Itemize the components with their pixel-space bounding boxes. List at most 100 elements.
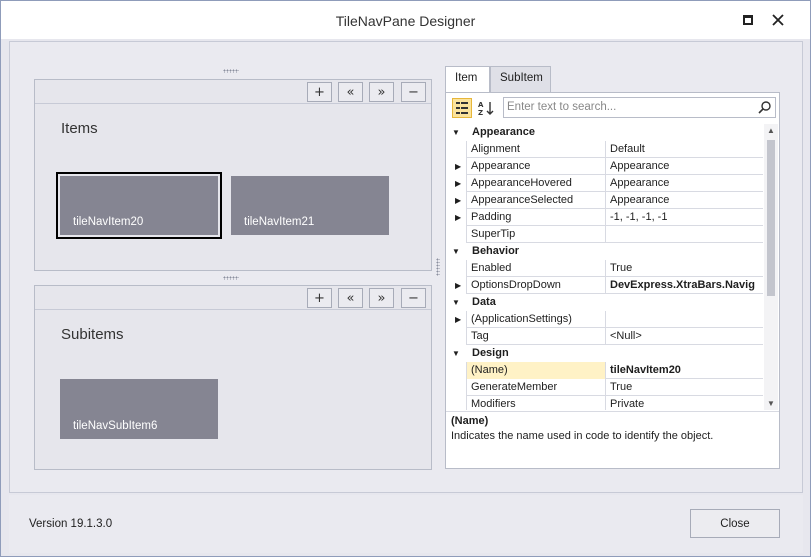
property-toolbar: A Z Enter text to search...	[446, 93, 779, 123]
close-button[interactable]: Close	[690, 509, 780, 538]
search-icon	[758, 101, 771, 114]
items-remove-button[interactable]: −	[401, 82, 426, 102]
property-name: Padding	[466, 209, 606, 226]
scroll-up-icon[interactable]: ▲	[767, 126, 775, 135]
property-value[interactable]: Appearance	[606, 175, 763, 192]
property-row[interactable]: Modifiers Private	[447, 396, 763, 410]
property-search-input[interactable]: Enter text to search...	[503, 97, 776, 118]
property-value[interactable]	[606, 226, 763, 243]
property-value[interactable]: -1, -1, -1, -1	[606, 209, 763, 226]
category-label: Data	[472, 296, 496, 308]
collapse-icon[interactable]: ▼	[452, 298, 460, 307]
collapse-icon[interactable]: ▼	[452, 247, 460, 256]
tile-label: tileNavSubItem6	[73, 420, 158, 432]
property-value[interactable]: Appearance	[606, 192, 763, 209]
items-move-left-button[interactable]: «	[338, 82, 363, 102]
expand-icon[interactable]: ▶	[455, 281, 461, 290]
subitems-move-left-button[interactable]: «	[338, 288, 363, 308]
splitter-grip-top[interactable]	[223, 69, 239, 73]
categorized-view-button[interactable]	[452, 98, 472, 118]
property-category[interactable]: ▼ Data	[447, 294, 763, 311]
footer-bar	[9, 495, 803, 553]
property-row[interactable]: ▶ AppearanceHovered Appearance	[447, 175, 763, 192]
scroll-thumb[interactable]	[767, 140, 775, 296]
subitems-add-button[interactable]: +	[307, 288, 332, 308]
collapse-icon[interactable]: ▼	[452, 349, 460, 358]
property-name: (Name)	[466, 362, 606, 379]
property-row[interactable]: Tag <Null>	[447, 328, 763, 345]
property-category[interactable]: ▼ Appearance	[447, 124, 763, 141]
expand-icon[interactable]: ▶	[455, 179, 461, 188]
property-row[interactable]: SuperTip	[447, 226, 763, 243]
row-gutter	[447, 379, 466, 396]
row-gutter: ▶	[447, 209, 466, 226]
splitter-grip-middle[interactable]	[223, 276, 239, 280]
description-text: Indicates the name used in code to ident…	[451, 430, 714, 442]
maximize-button[interactable]	[733, 8, 763, 32]
row-gutter	[447, 226, 466, 243]
property-name: Appearance	[466, 158, 606, 175]
svg-text:A: A	[478, 101, 484, 109]
property-name: OptionsDropDown	[466, 277, 606, 294]
property-name: AppearanceSelected	[466, 192, 606, 209]
designer-window: TileNavPane Designer + « » − Items tileN…	[0, 0, 811, 557]
row-gutter: ▶	[447, 175, 466, 192]
tile-nav-subitem[interactable]: tileNavSubItem6	[60, 379, 218, 439]
property-row[interactable]: ▶ Padding -1, -1, -1, -1	[447, 209, 763, 226]
property-category[interactable]: ▼ Behavior	[447, 243, 763, 260]
property-row[interactable]: ▶ OptionsDropDown DevExpress.XtraBars.Navi…	[447, 277, 763, 294]
expand-icon[interactable]: ▶	[455, 162, 461, 171]
property-value[interactable]: Appearance	[606, 158, 763, 175]
property-row[interactable]: (Name) tileNavItem20	[447, 362, 763, 379]
items-title: Items	[61, 120, 98, 137]
property-value[interactable]: True	[606, 379, 763, 396]
property-grid-scrollbar[interactable]: ▲ ▼	[764, 124, 778, 410]
property-row[interactable]: Enabled True	[447, 260, 763, 277]
property-value[interactable]: True	[606, 260, 763, 277]
items-panel: + « » − Items tileNavItem20 tileNavItem2…	[34, 79, 432, 271]
items-add-button[interactable]: +	[307, 82, 332, 102]
tile-nav-item[interactable]: tileNavItem20	[56, 172, 222, 239]
tile-nav-item[interactable]: tileNavItem21	[231, 176, 389, 235]
subitems-title: Subitems	[61, 326, 124, 343]
property-name: Modifiers	[466, 396, 606, 410]
collapse-icon[interactable]: ▼	[452, 128, 460, 137]
row-gutter	[447, 260, 466, 277]
property-row[interactable]: ▶ AppearanceSelected Appearance	[447, 192, 763, 209]
property-row[interactable]: Alignment Default	[447, 141, 763, 158]
property-value[interactable]: Private	[606, 396, 763, 410]
property-value[interactable]	[606, 311, 763, 328]
row-gutter	[447, 328, 466, 345]
scroll-down-icon[interactable]: ▼	[767, 399, 775, 408]
expand-icon[interactable]: ▶	[455, 213, 461, 222]
property-value[interactable]: tileNavItem20	[606, 362, 763, 379]
svg-text:Z: Z	[478, 109, 483, 116]
row-gutter: ▶	[447, 277, 466, 294]
row-gutter: ▶	[447, 311, 466, 328]
subitems-panel: + « » − Subitems tileNavSubItem6	[34, 285, 432, 470]
property-category[interactable]: ▼ Design	[447, 345, 763, 362]
property-value[interactable]: <Null>	[606, 328, 763, 345]
close-window-button[interactable]	[763, 8, 793, 32]
close-icon	[772, 14, 784, 26]
category-label: Appearance	[472, 126, 535, 138]
property-row[interactable]: GenerateMember True	[447, 379, 763, 396]
row-gutter	[447, 362, 466, 379]
tab-subitem[interactable]: SubItem	[490, 66, 551, 92]
categorized-icon	[456, 102, 468, 114]
tab-item[interactable]: Item	[445, 66, 490, 93]
sort-az-icon: A Z	[478, 101, 494, 116]
splitter-grip-vertical[interactable]	[436, 258, 440, 276]
property-value[interactable]: Default	[606, 141, 763, 158]
property-row[interactable]: ▶ Appearance Appearance	[447, 158, 763, 175]
subitems-remove-button[interactable]: −	[401, 288, 426, 308]
alphabetical-view-button[interactable]: A Z	[476, 98, 496, 118]
expand-icon[interactable]: ▶	[455, 196, 461, 205]
items-move-right-button[interactable]: »	[369, 82, 394, 102]
property-value[interactable]: DevExpress.XtraBars.Navig	[606, 277, 763, 294]
expand-icon[interactable]: ▶	[455, 315, 461, 324]
search-placeholder: Enter text to search...	[507, 101, 617, 113]
subitems-move-right-button[interactable]: »	[369, 288, 394, 308]
property-row[interactable]: ▶ (ApplicationSettings)	[447, 311, 763, 328]
property-grid: ▼ Appearance Alignment Default ▶ Appearance Ap…	[447, 124, 763, 410]
